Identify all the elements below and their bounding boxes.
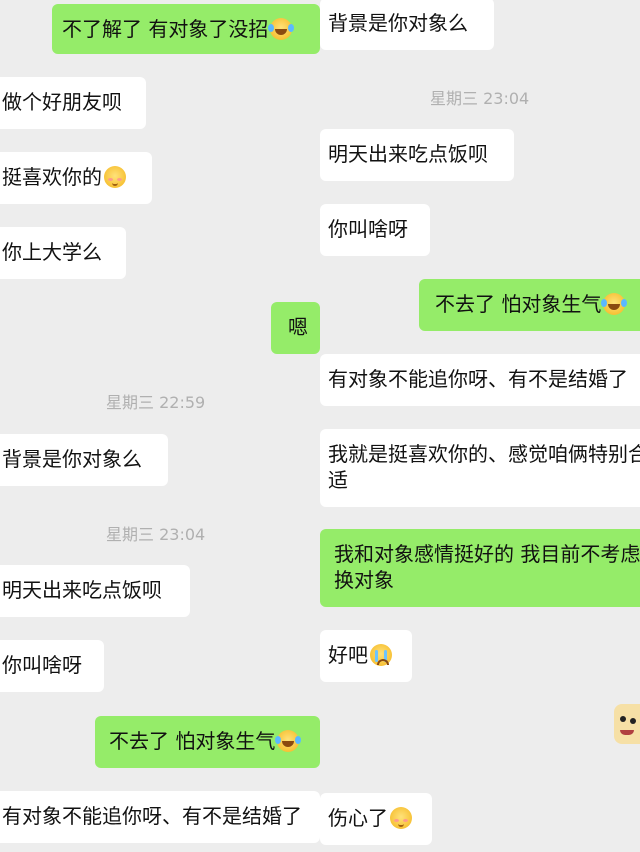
message-bubble-incoming[interactable]: 你上大学么 <box>0 227 126 279</box>
message-bubble-incoming[interactable]: 你叫啥呀 <box>0 640 104 692</box>
message-bubble-outgoing[interactable]: 不去了 怕对象生气 <box>419 279 640 331</box>
message-bubble-outgoing[interactable]: 嗯 <box>271 302 320 354</box>
message-text: 做个好朋友呗 <box>2 90 122 114</box>
message-text: 好吧 <box>328 643 368 667</box>
message-text: 背景是你对象么 <box>328 11 468 35</box>
message-text: 有对象不能追你呀、有不是结婚了 <box>2 804 302 828</box>
message-text: 我和对象感情挺好的 我目前不考虑换对象 <box>334 542 640 592</box>
message-bubble-incoming[interactable]: 伤心了 <box>320 793 432 845</box>
message-text: 嗯 <box>288 315 308 339</box>
message-text: 不去了 怕对象生气 <box>435 292 602 316</box>
message-bubble-outgoing[interactable]: 我和对象感情挺好的 我目前不考虑换对象 <box>320 529 640 607</box>
timestamp: 星期三 23:04 <box>106 525 206 544</box>
laughing-crying-emoji-icon <box>275 730 300 752</box>
message-bubble-incoming[interactable]: 明天出来吃点饭呗 <box>320 129 514 181</box>
message-bubble-outgoing[interactable]: 不去了 怕对象生气 <box>95 716 320 768</box>
timestamp: 星期三 22:59 <box>106 393 206 412</box>
message-bubble-incoming[interactable]: 有对象不能追你呀、有不是结婚了 <box>320 354 640 406</box>
message-bubble-incoming[interactable]: 你叫啥呀 <box>320 204 430 256</box>
message-text: 明天出来吃点饭呗 <box>328 142 488 166</box>
message-text: 不了解了 有对象了没招 <box>62 17 269 41</box>
message-bubble-incoming[interactable]: 我就是挺喜欢你的、感觉咱俩特别合适 <box>320 429 640 507</box>
message-bubble-incoming[interactable]: 挺喜欢你的 <box>0 152 152 204</box>
message-bubble-incoming[interactable]: 有对象不能追你呀、有不是结婚了 <box>0 791 320 843</box>
right-chat-panel: 背景是你对象么 星期三 23:04 明天出来吃点饭呗 你叫啥呀 不去了 怕对象生… <box>320 0 640 852</box>
message-text: 不去了 怕对象生气 <box>109 729 276 753</box>
message-bubble-incoming[interactable]: 好吧 <box>320 630 412 682</box>
message-bubble-incoming[interactable]: 背景是你对象么 <box>320 0 494 50</box>
left-chat-panel: 不了解了 有对象了没招 做个好朋友呗 挺喜欢你的 你上大学么 嗯 星期三 22:… <box>0 0 320 852</box>
message-text: 明天出来吃点饭呗 <box>2 578 162 602</box>
message-text: 背景是你对象么 <box>2 447 142 471</box>
message-text: 挺喜欢你的 <box>2 165 102 189</box>
message-text: 你叫啥呀 <box>2 653 82 677</box>
message-bubble-incoming[interactable]: 明天出来吃点饭呗 <box>0 565 190 617</box>
message-bubble-incoming[interactable]: 做个好朋友呗 <box>0 77 146 129</box>
laughing-crying-emoji-icon <box>268 18 293 40</box>
laughing-crying-emoji-icon <box>601 293 626 315</box>
crying-emoji-icon <box>370 644 392 666</box>
message-text: 你上大学么 <box>2 240 102 264</box>
message-bubble-incoming[interactable]: 背景是你对象么 <box>0 434 168 486</box>
message-text: 伤心了 <box>328 806 388 830</box>
message-text: 你叫啥呀 <box>328 217 408 241</box>
message-text: 我就是挺喜欢你的、感觉咱俩特别合适 <box>328 442 640 492</box>
blushing-smile-emoji-icon <box>104 166 126 188</box>
blushing-smile-emoji-icon <box>390 807 412 829</box>
message-text: 有对象不能追你呀、有不是结婚了 <box>328 367 628 391</box>
message-bubble-outgoing[interactable]: 不了解了 有对象了没招 <box>52 4 320 54</box>
cat-face-sticker-icon[interactable] <box>614 704 640 744</box>
timestamp: 星期三 23:04 <box>430 89 530 108</box>
